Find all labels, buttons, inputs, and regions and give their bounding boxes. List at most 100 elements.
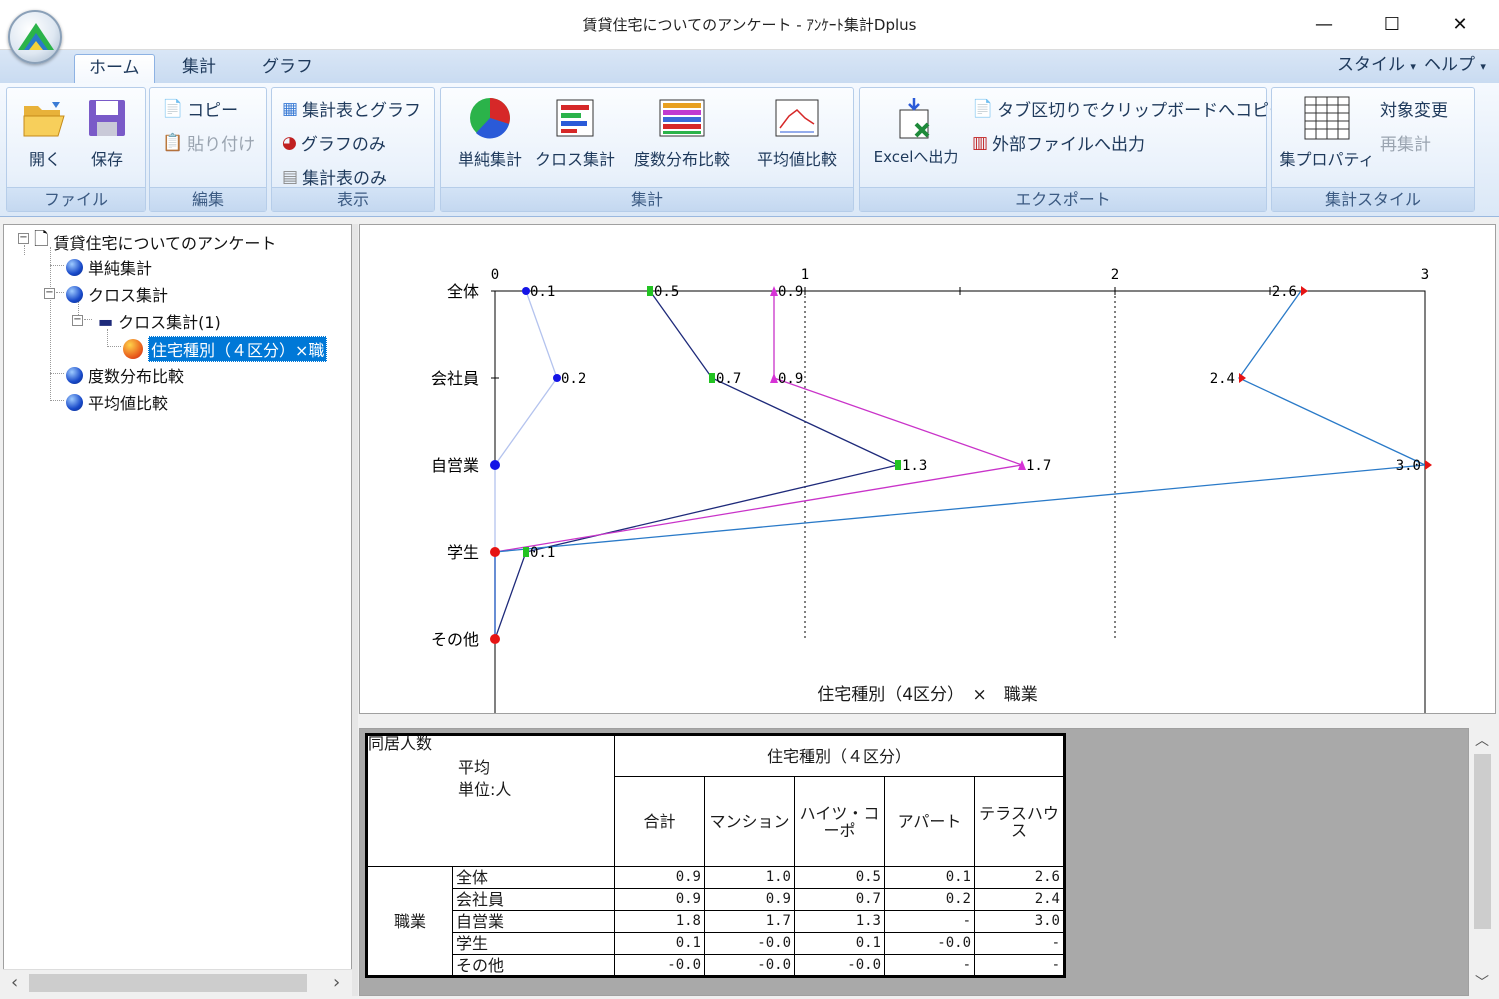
tree-item-simple[interactable]: 単純集計 — [66, 255, 152, 279]
paste-icon: 📋 — [162, 132, 184, 153]
tab-home[interactable]: ホーム — [74, 54, 155, 83]
freq-compare-button[interactable]: 度数分布比較 — [621, 94, 743, 170]
group-label-aggregate: 集計 — [441, 187, 853, 211]
collapse-cross-toggle[interactable]: − — [44, 288, 55, 299]
table-cell: -0.0 — [884, 932, 975, 955]
ball-icon — [66, 366, 83, 384]
style-menu[interactable]: スタイル ▾ — [1337, 54, 1416, 78]
tree-root[interactable]: 🗋 賃貸住宅についてのアンケート — [34, 227, 276, 257]
category-label: その他 — [431, 630, 479, 649]
ribbon-tabstrip: ホーム 集計 グラフ スタイル ▾ ヘルプ ▾ — [0, 50, 1499, 83]
category-label: 全体 — [447, 282, 479, 301]
table-only-button[interactable]: ▤ 集計表のみ — [282, 164, 388, 190]
row-label: その他 — [452, 954, 615, 977]
minimize-button[interactable]: — — [1298, 0, 1350, 48]
data-marker — [523, 547, 529, 557]
corner-var: 同居人数 — [368, 734, 433, 753]
target-change-label: 対象変更 — [1380, 101, 1448, 121]
tree-item-freq[interactable]: 度数分布比較 — [66, 363, 184, 387]
table-cell: - — [974, 954, 1065, 977]
save-button[interactable]: 保存 — [79, 94, 135, 170]
collapse-cross1-toggle[interactable]: − — [72, 315, 83, 326]
external-file-button[interactable]: ▥ 外部ファイルへ出力 — [972, 130, 1145, 156]
tree-item-selected[interactable]: 住宅種別（４区分）×職 — [123, 336, 328, 362]
paste-button[interactable]: 📋 貼り付け — [162, 130, 255, 156]
cross-aggregate-button[interactable]: クロス集計 — [533, 94, 617, 170]
data-label: 0.5 — [654, 284, 679, 300]
close-button[interactable]: ✕ — [1434, 0, 1486, 48]
row-label: 全体 — [452, 866, 615, 889]
tab-aggregate[interactable]: 集計 — [168, 54, 230, 83]
data-marker — [647, 286, 653, 296]
data-label: 0.9 — [778, 371, 803, 387]
chart-pane: 0 1 2 3 全体 会社員 自営業 学生 その他 0.1 0.2 0.5 0.7 1.3 0.1 0.9 0.… — [359, 224, 1496, 988]
table-cell: 1.8 — [614, 910, 705, 933]
tree-item-cross[interactable]: クロス集計 — [66, 282, 168, 306]
tree-horizontal-scrollbar[interactable]: ‹ › — [3, 969, 352, 996]
scroll-right-icon[interactable]: › — [333, 972, 340, 993]
ribbon-group-aggregate: 単純集計 クロス集計 度数分布比較 平均値比較 集計 — [440, 87, 854, 212]
x-tick-label: 0 — [491, 267, 499, 283]
style-menu-label: スタイル — [1337, 55, 1405, 75]
collapse-root-toggle[interactable]: − — [18, 233, 29, 244]
recalc-button[interactable]: 再集計 — [1380, 130, 1431, 155]
table-and-graph-button[interactable]: ▦ 集計表とグラフ — [282, 96, 421, 122]
data-marker — [490, 547, 500, 557]
column-header: テラスハウス — [974, 776, 1065, 867]
scroll-down-icon[interactable]: ﹀ — [1475, 972, 1489, 992]
mean-compare-button[interactable]: 平均値比較 — [747, 94, 847, 170]
app-logo-icon[interactable] — [8, 10, 62, 64]
excel-export-button[interactable]: Excelへ出力 — [866, 94, 966, 167]
table-cell: 1.7 — [704, 910, 795, 933]
table-vertical-scrollbar[interactable]: ︿ ﹀ — [1469, 728, 1496, 996]
table-cell: 0.2 — [884, 888, 975, 911]
property-button[interactable]: 集プロパティ — [1278, 94, 1376, 170]
data-label: 1.3 — [902, 458, 927, 474]
simple-aggregate-button[interactable]: 単純集計 — [449, 94, 531, 170]
cross-table-icon — [551, 94, 599, 142]
ribbon-group-view: ▦ 集計表とグラフ ◕ グラフのみ ▤ 集計表のみ 表示 — [271, 87, 435, 212]
data-label: 1.7 — [1026, 458, 1051, 474]
row-label: 学生 — [452, 932, 615, 955]
copy-button[interactable]: 📄 コピー — [162, 96, 238, 122]
scroll-up-icon[interactable]: ︿ — [1475, 730, 1489, 750]
table-cell: 1.3 — [794, 910, 885, 933]
table-row: 自営業 1.8 1.7 1.3-3.0 — [367, 910, 1065, 933]
graph-only-button[interactable]: ◕ グラフのみ — [282, 130, 386, 156]
row-var-label: 職業 — [366, 866, 453, 977]
pane-splitter[interactable] — [352, 224, 358, 996]
group-label-style: 集計スタイル — [1272, 187, 1474, 211]
scroll-left-icon[interactable]: ‹ — [11, 972, 18, 993]
series-line — [494, 291, 1023, 639]
folder-open-icon — [21, 94, 69, 142]
tree-selected-label: 住宅種別（４区分）×職 — [148, 336, 328, 362]
table-cell: -0.0 — [704, 954, 795, 977]
corner-unit: 単位:人 — [458, 780, 512, 799]
category-label: 学生 — [447, 543, 479, 562]
tree-item-cross1[interactable]: ▬ クロス集計(1) — [98, 309, 221, 333]
open-button[interactable]: 開く — [17, 94, 73, 170]
ball-icon — [66, 285, 83, 303]
pie-chart-icon — [466, 94, 514, 142]
tree-item-mean[interactable]: 平均値比較 — [66, 390, 168, 414]
table-cell: - — [884, 910, 975, 933]
scroll-thumb[interactable] — [1474, 754, 1491, 929]
table-only-label: 集計表のみ — [302, 169, 388, 189]
ball-icon — [66, 393, 83, 411]
floppy-save-icon — [83, 94, 131, 142]
scroll-thumb[interactable] — [29, 974, 307, 992]
excel-icon — [892, 94, 940, 142]
tree-freq-label: 度数分布比較 — [88, 367, 185, 386]
tab-graph[interactable]: グラフ — [248, 54, 327, 83]
help-menu[interactable]: ヘルプ ▾ — [1424, 54, 1486, 78]
table-cell: 2.6 — [974, 866, 1065, 889]
maximize-button[interactable]: ☐ — [1366, 0, 1418, 48]
line-chart-icon — [773, 94, 821, 142]
cross-aggregate-label: クロス集計 — [534, 150, 615, 169]
ribbon-group-file: 開く 保存 ファイル — [6, 87, 146, 212]
table-cell: -0.0 — [614, 954, 705, 977]
copy-clipboard-button[interactable]: 📄 タブ区切りでクリップボードへコピー — [972, 96, 1286, 122]
x-tick-label: 1 — [801, 267, 809, 283]
target-change-button[interactable]: 対象変更 — [1380, 96, 1448, 121]
table-row: 会社員 0.9 0.9 0.7 0.2 2.4 — [367, 888, 1065, 911]
